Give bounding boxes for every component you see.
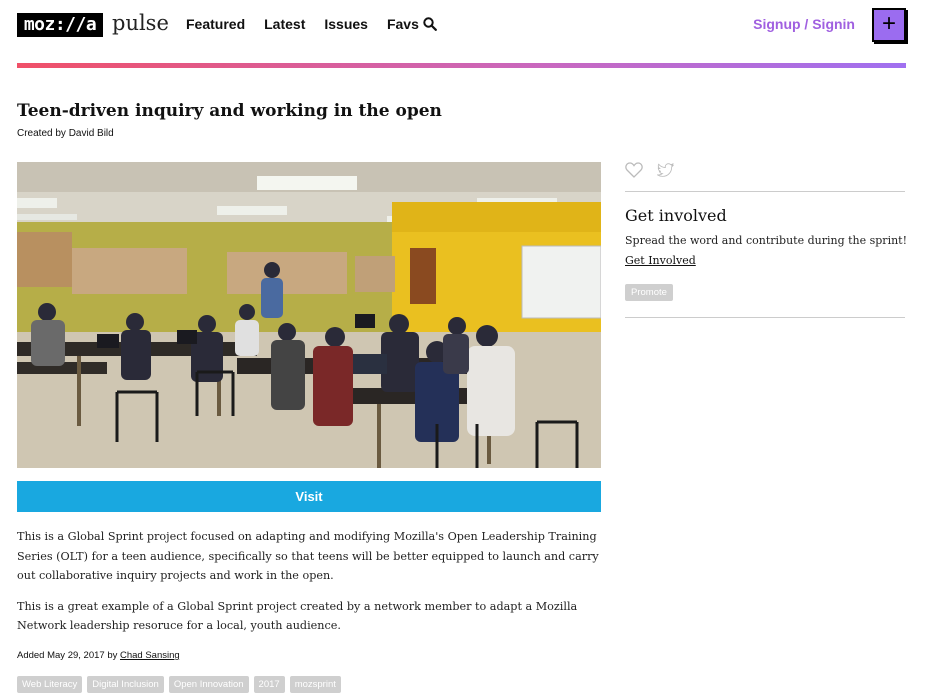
tag-digital-inclusion[interactable]: Digital Inclusion: [87, 676, 164, 693]
heart-icon[interactable]: [625, 162, 643, 178]
project-description: This is a Global Sprint project focused …: [17, 527, 607, 647]
signup-signin-link[interactable]: Signup / Signin: [753, 16, 855, 32]
nav-featured[interactable]: Featured: [186, 16, 245, 32]
tag-web-literacy[interactable]: Web Literacy: [17, 676, 83, 693]
page-title: Teen-driven inquiry and working in the o…: [17, 101, 442, 121]
project-image: [17, 162, 601, 468]
added-info: Added May 29, 2017 by Chad Sansing: [17, 650, 180, 661]
search-icon[interactable]: [423, 17, 437, 31]
twitter-icon[interactable]: [657, 163, 674, 178]
created-by: Created by David Bild: [17, 128, 114, 139]
tag-open-innovation[interactable]: Open Innovation: [168, 676, 249, 693]
sidebar-divider: [625, 191, 905, 192]
nav-favs[interactable]: Favs: [387, 16, 419, 32]
site-header: moz://a pulse Featured Latest Issues Fav…: [17, 8, 906, 44]
nav-issues[interactable]: Issues: [324, 16, 368, 32]
added-date: Added May 29, 2017 by: [17, 650, 118, 661]
mozilla-logo[interactable]: moz://a: [17, 13, 103, 37]
main-nav: Featured Latest Issues Favs: [186, 16, 419, 32]
description-paragraph: This is a great example of a Global Spri…: [17, 599, 578, 633]
tag-2017[interactable]: 2017: [253, 676, 285, 693]
tag-list: Web Literacy Digital Inclusion Open Inno…: [17, 676, 341, 693]
visit-button[interactable]: Visit: [17, 481, 601, 512]
add-project-button[interactable]: +: [872, 8, 906, 42]
promote-button[interactable]: Promote: [625, 284, 673, 301]
added-author-link[interactable]: Chad Sansing: [120, 650, 180, 661]
get-involved-text: Spread the word and contribute during th…: [625, 234, 908, 247]
header-divider: [17, 63, 906, 68]
classroom-photo: [17, 162, 601, 468]
pulse-logo-text[interactable]: pulse: [112, 11, 169, 35]
sidebar-divider: [625, 317, 905, 318]
nav-latest[interactable]: Latest: [264, 16, 305, 32]
get-involved-link[interactable]: Get Involved: [625, 254, 696, 267]
tag-mozsprint[interactable]: mozsprint: [289, 676, 341, 693]
get-involved-heading: Get involved: [625, 206, 727, 225]
description-paragraph: This is a Global Sprint project focused …: [17, 530, 599, 582]
